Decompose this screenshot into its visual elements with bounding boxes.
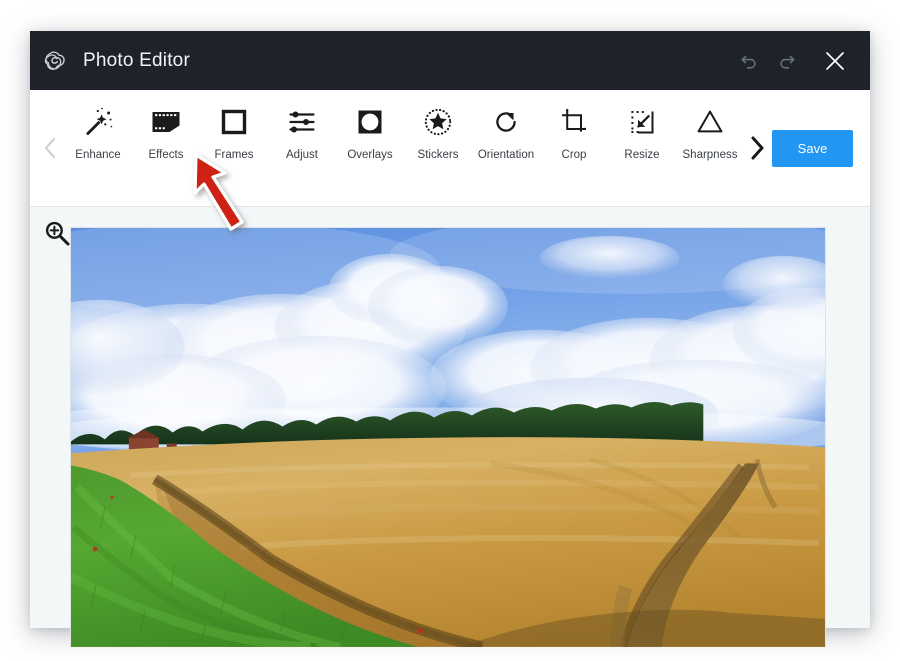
photo-canvas[interactable]: Wheat field with green grass verge under… [70, 227, 826, 647]
star-badge-icon [421, 104, 455, 140]
tool-label: Frames [214, 149, 254, 161]
sliders-icon [285, 104, 319, 140]
zoom-in-magnifier-icon[interactable]: Zoom in [42, 218, 72, 248]
tool-enhance[interactable]: Enhance [64, 104, 132, 161]
toolbar-next-button[interactable]: More tools [744, 118, 770, 178]
magic-wand-icon [81, 104, 115, 140]
tool-list: Enhance Effects Frames Adjust Overlays S… [64, 90, 744, 206]
save-button[interactable]: Save [772, 129, 853, 167]
tool-effects[interactable]: Effects [132, 104, 200, 161]
title-bar: Photo Editor Undo Redo Close [30, 31, 870, 90]
toolbar-prev-button[interactable]: Previous tools [38, 118, 64, 178]
canvas-area: Zoom in Wheat field with green grass ver… [30, 207, 870, 647]
tool-label: Adjust [286, 149, 318, 161]
triangle-icon [693, 104, 727, 140]
square-frame-icon [217, 104, 251, 140]
close-button[interactable]: Close [818, 44, 852, 78]
tool-label: Stickers [417, 149, 459, 161]
tool-frames[interactable]: Frames [200, 104, 268, 161]
creative-cloud-logo-icon [41, 46, 71, 76]
tool-adjust[interactable]: Adjust [268, 104, 336, 161]
app-title: Photo Editor [83, 49, 190, 71]
tool-label: Crop [561, 149, 587, 161]
chevron-left-icon [44, 137, 56, 159]
film-strip-icon [149, 104, 183, 140]
close-x-icon [826, 51, 844, 70]
tool-resize[interactable]: Resize [608, 104, 676, 161]
redo-button[interactable]: Redo [770, 44, 804, 78]
page-root: Photo Editor Undo Redo Close [0, 0, 900, 661]
tool-bar: Previous tools [30, 90, 870, 207]
tool-overlays[interactable]: Overlays [336, 104, 404, 161]
tool-label: Effects [148, 149, 184, 161]
tool-label: Sharpness [682, 149, 738, 161]
redo-arrow-icon [780, 55, 795, 69]
tool-orientation[interactable]: Orientation [472, 104, 540, 161]
tool-label: Orientation [477, 149, 535, 161]
undo-button[interactable]: Undo [732, 44, 766, 78]
crop-icon [557, 104, 591, 140]
chevron-right-icon [751, 136, 764, 160]
photo-image [71, 228, 825, 647]
photo-editor-window: Photo Editor Undo Redo Close [30, 31, 870, 647]
circle-in-square-icon [353, 104, 387, 140]
rotate-clockwise-icon [489, 104, 523, 140]
tool-crop[interactable]: Crop [540, 104, 608, 161]
undo-arrow-icon [741, 55, 756, 69]
tool-label: Enhance [75, 149, 121, 161]
tool-label: Resize [624, 149, 660, 161]
resize-arrow-icon [625, 104, 659, 140]
tool-stickers[interactable]: Stickers [404, 104, 472, 161]
tool-label: Overlays [347, 149, 393, 161]
tool-sharpness[interactable]: Sharpness [676, 104, 744, 161]
